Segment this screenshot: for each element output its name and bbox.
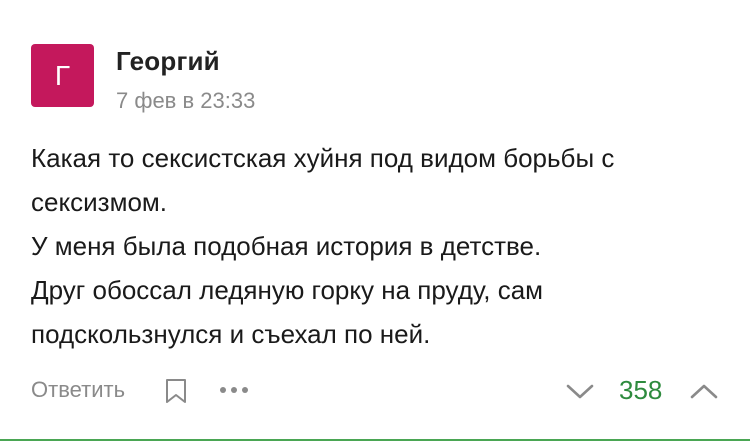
chevron-down-icon[interactable] bbox=[565, 378, 595, 404]
chevron-up-icon[interactable] bbox=[689, 378, 719, 404]
more-dots-icon[interactable] bbox=[217, 380, 251, 400]
comment-text-line: Какая то сексистская хуйня под видом бор… bbox=[31, 143, 615, 173]
rating-value: 358 bbox=[619, 375, 663, 405]
comment-text-line: сексизмом. bbox=[31, 187, 168, 217]
avatar-letter: Г bbox=[54, 59, 71, 91]
comment-header: Г Георгий 7 фев в 23:33 bbox=[31, 44, 255, 114]
reply-button[interactable]: Ответить bbox=[31, 376, 125, 404]
comment-text-line: подскользнулся и съехал по ней. bbox=[31, 319, 431, 349]
comment-actions: Ответить 358 bbox=[31, 372, 731, 412]
comment-body: Какая то сексистская хуйня под видом бор… bbox=[31, 136, 731, 356]
avatar[interactable]: Г bbox=[31, 44, 94, 107]
comment-timestamp[interactable]: 7 фев в 23:33 bbox=[116, 88, 255, 114]
comment-text-line: У меня была подобная история в детстве. bbox=[31, 231, 542, 261]
bookmark-icon[interactable] bbox=[165, 378, 187, 404]
comment-card: Г Георгий 7 фев в 23:33 Какая то сексист… bbox=[0, 0, 750, 443]
comment-text-line: Друг обоссал ледяную горку на пруду, сам bbox=[31, 275, 544, 305]
divider-line bbox=[0, 439, 750, 441]
author-block: Георгий 7 фев в 23:33 bbox=[116, 46, 255, 114]
author-name[interactable]: Георгий bbox=[116, 46, 255, 76]
